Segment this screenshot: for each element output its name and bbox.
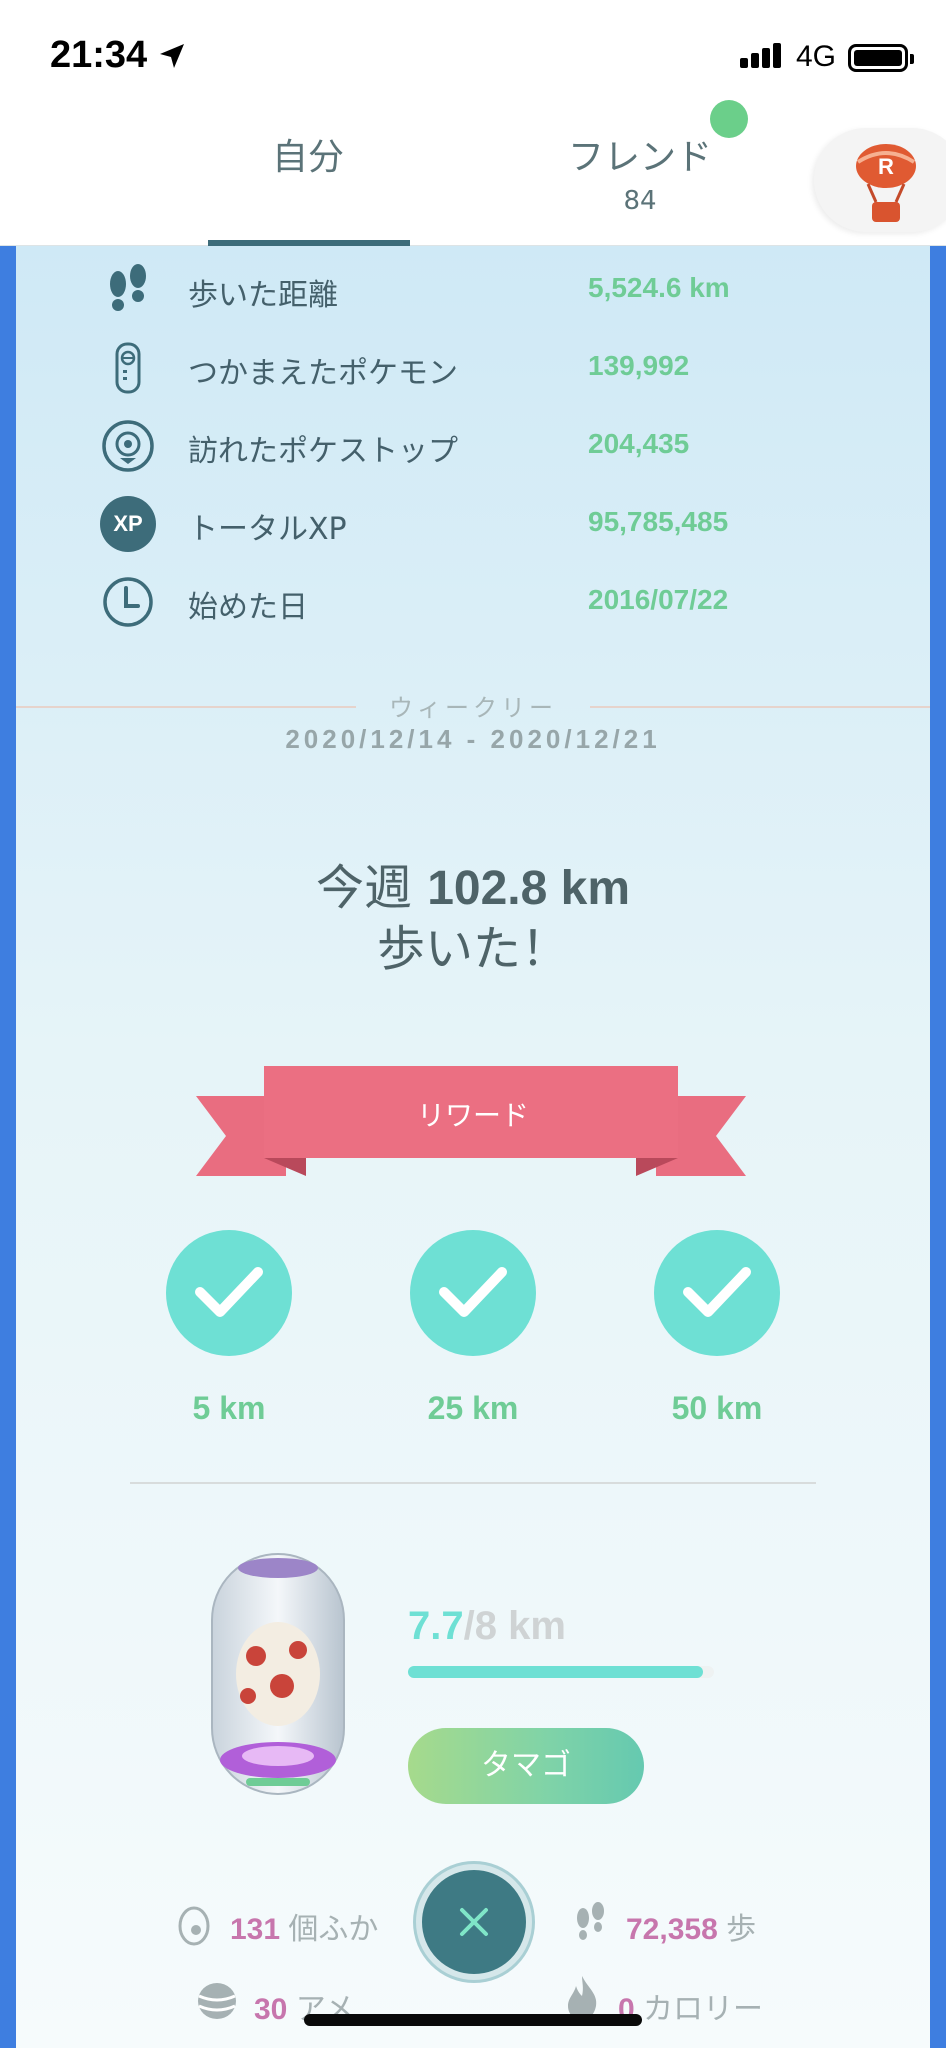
walked-prefix: 今週	[315, 860, 428, 916]
checkmark-icon	[195, 1267, 263, 1317]
xp-icon-text: XP	[113, 511, 143, 536]
stat-row-distance: 歩いた距離 5,524.6 km	[16, 254, 930, 324]
tab-self-label: 自分	[271, 137, 344, 178]
milestone-label: 25 km	[427, 1390, 519, 1426]
profile-tab-bar: 自分 フレンド 84	[0, 110, 946, 246]
egg-progress-text: 7.7/8 km	[408, 1604, 566, 1649]
clock-icon	[103, 577, 153, 627]
stat-value: 2016/07/22	[588, 584, 729, 615]
calories-unit: カロリー	[634, 1993, 764, 2026]
pokestop-icon	[102, 420, 154, 472]
footprints-icon	[110, 264, 146, 311]
team-rocket-balloon-button[interactable]: R	[814, 128, 946, 232]
stat-label: 訪れたポケストップ	[188, 434, 458, 469]
egg-hatched-icon	[178, 1906, 210, 1946]
close-button[interactable]	[416, 1864, 532, 1980]
egg-incubator-icon[interactable]	[206, 1546, 350, 1806]
stat-label: 始めた日	[188, 590, 308, 625]
svg-text:R: R	[878, 154, 894, 179]
candy-count: 30	[254, 1993, 288, 2026]
home-indicator[interactable]	[304, 2014, 642, 2026]
network-type: 4G	[796, 40, 837, 73]
status-time: 21:34	[50, 34, 148, 76]
eggs-hatched-unit: 個ふか	[280, 1913, 379, 1946]
egg-total-distance: /8 km	[463, 1604, 566, 1648]
stat-value: 204,435	[588, 428, 690, 459]
weekly-title: ウィークリー	[389, 694, 557, 722]
egg-button[interactable]: タマゴ	[408, 1728, 644, 1804]
footprints-icon	[577, 1902, 604, 1940]
stat-row-pokestops: 訪れたポケストップ 204,435	[16, 410, 930, 480]
stat-label: トータルXP	[188, 512, 347, 547]
section-divider	[130, 1482, 816, 1484]
milestone-25km-badge	[410, 1230, 536, 1356]
weekly-walked-summary: 今週 102.8 km 歩いた！	[16, 858, 930, 979]
candy-icon	[198, 1983, 236, 2019]
steps-count: 72,358	[626, 1913, 718, 1946]
battery-icon	[848, 44, 914, 72]
stat-label: つかまえたポケモン	[188, 356, 458, 391]
eggs-hatched-count: 131	[230, 1913, 281, 1946]
weekly-date-range: 2020/12/14 - 2020/12/21	[285, 724, 661, 754]
checkmark-icon	[439, 1267, 507, 1317]
stat-value: 139,992	[588, 350, 690, 381]
location-arrow-icon	[160, 44, 184, 68]
walked-suffix: 歩いた！	[376, 921, 569, 977]
milestone-5km-badge	[166, 1230, 292, 1356]
eggs-hatched-stat: 131 個ふか	[230, 1904, 378, 1948]
milestone-label: 50 km	[671, 1390, 763, 1426]
balloon-icon: R	[856, 144, 916, 222]
stat-row-start-date: 始めた日 2016/07/22	[16, 566, 930, 636]
status-bar: 21:34 4G	[0, 0, 946, 110]
milestone-label: 5 km	[192, 1390, 266, 1426]
checkmark-icon	[683, 1267, 751, 1317]
stat-row-caught: つかまえたポケモン 139,992	[16, 332, 930, 402]
steps-stat: 72,358 歩	[626, 1904, 756, 1948]
milestone-50km-badge	[654, 1230, 780, 1356]
egg-progress-bar	[408, 1666, 714, 1678]
tab-friends-label: フレンド	[567, 137, 712, 178]
tab-self[interactable]: 自分	[208, 128, 408, 180]
stat-value: 5,524.6 km	[588, 272, 730, 303]
friend-notification-dot	[710, 100, 748, 138]
egg-progress-fill	[408, 1666, 703, 1678]
pokedex-icon	[115, 342, 141, 394]
close-icon	[460, 1908, 488, 1936]
egg-current-distance: 7.7	[408, 1604, 464, 1648]
xp-icon: XP	[100, 496, 156, 552]
reward-title: リワード	[416, 1099, 529, 1132]
stat-row-xp: XP トータルXP 95,785,485	[16, 488, 930, 558]
stat-value: 95,785,485	[588, 506, 729, 537]
steps-unit: 歩	[717, 1913, 757, 1946]
stat-label: 歩いた距離	[188, 278, 338, 313]
walked-distance: 102.8 km	[427, 862, 631, 915]
tab-friends[interactable]: フレンド 84	[540, 128, 740, 216]
friend-count: 84	[623, 186, 657, 216]
profile-content: 歩いた距離 5,524.6 km つかまえたポケモン 139,992 訪れたポケ…	[16, 246, 930, 2048]
